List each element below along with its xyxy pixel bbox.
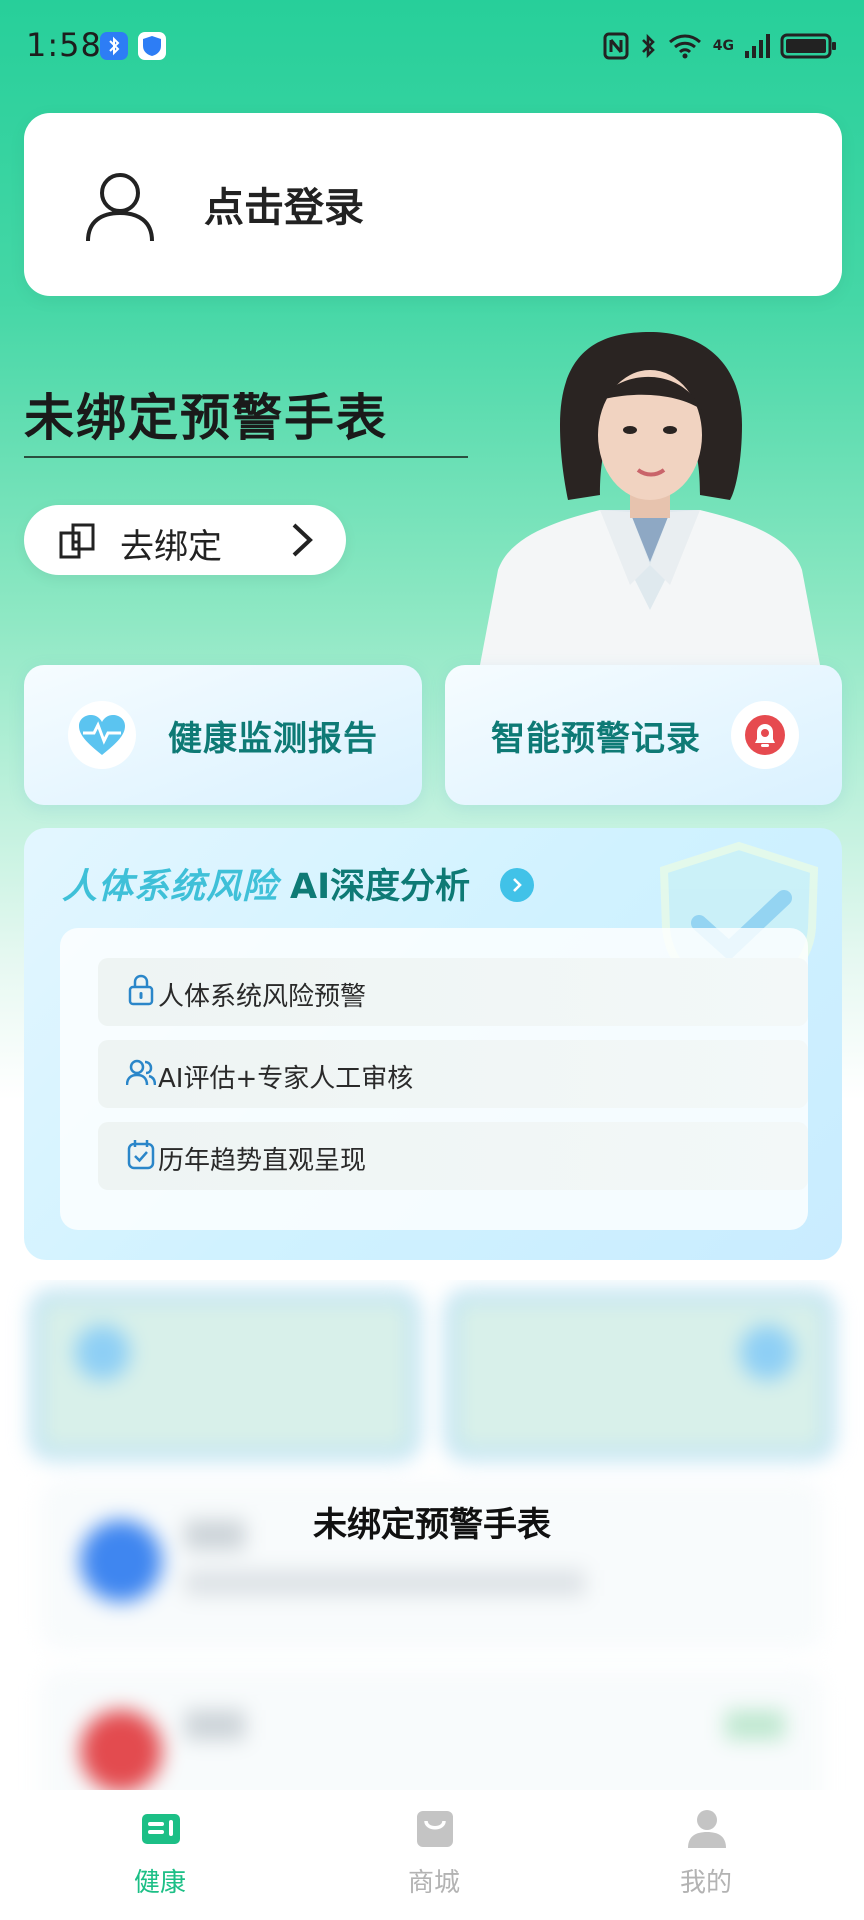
shopping-bag-icon bbox=[417, 1811, 453, 1847]
network-type-label: 4G bbox=[712, 38, 734, 54]
sleep-icon-placeholder bbox=[75, 1325, 130, 1380]
ai-feature-label: 人体系统风险预警 bbox=[158, 982, 367, 1012]
ai-feature-item: 历年趋势直观呈现 bbox=[98, 1122, 808, 1190]
health-report-label: 健康监测报告 bbox=[168, 719, 378, 759]
alarm-bell-icon bbox=[731, 701, 799, 769]
users-icon bbox=[126, 1059, 156, 1086]
tab-mine-label: 我的 bbox=[679, 1868, 732, 1898]
text-placeholder bbox=[185, 1570, 585, 1596]
lock-icon bbox=[128, 974, 154, 1006]
status-indicators: 4G bbox=[603, 28, 838, 64]
ai-feature-label: AI评估+专家人工审核 bbox=[158, 1064, 414, 1094]
ai-analysis-panel[interactable]: 人体系统风险 AI深度分析 人体系统风险预警 AI评估+专家人工审核 历年趋势直… bbox=[24, 828, 842, 1260]
login-card[interactable]: 点击登录 bbox=[24, 113, 842, 296]
steps-icon-placeholder bbox=[740, 1325, 795, 1380]
heart-rate-icon-placeholder bbox=[80, 1710, 162, 1790]
tab-store-label: 商城 bbox=[407, 1868, 460, 1898]
security-shield-icon bbox=[138, 32, 166, 60]
ai-feature-label: 历年趋势直观呈现 bbox=[158, 1146, 367, 1176]
tab-health[interactable]: 健康 bbox=[90, 1808, 230, 1908]
heart-rate-row-placeholder bbox=[40, 1670, 824, 1790]
status-placeholder bbox=[725, 1710, 785, 1740]
title-divider bbox=[24, 456, 468, 458]
unbound-overlay-text: 未绑定预警手表 bbox=[313, 1505, 551, 1545]
bluetooth-icon bbox=[641, 33, 655, 59]
watch-unbound-title: 未绑定预警手表 bbox=[24, 389, 388, 447]
nfc-icon bbox=[603, 32, 629, 60]
user-avatar-icon bbox=[86, 173, 154, 242]
chevron-right-circle-icon[interactable] bbox=[500, 868, 534, 902]
bind-watch-button[interactable]: 去绑定 bbox=[24, 505, 346, 575]
signal-icon bbox=[745, 34, 770, 58]
ai-feature-item: AI评估+专家人工审核 bbox=[98, 1040, 808, 1108]
person-icon bbox=[688, 1810, 726, 1848]
ai-feature-list: 人体系统风险预警 AI评估+专家人工审核 历年趋势直观呈现 bbox=[60, 928, 808, 1230]
status-bar: 1:58 4G bbox=[0, 0, 864, 92]
battery-icon bbox=[780, 33, 836, 59]
text-placeholder bbox=[185, 1710, 245, 1740]
tab-mine[interactable]: 我的 bbox=[636, 1808, 776, 1908]
tab-health-label: 健康 bbox=[133, 1868, 186, 1898]
doctor-illustration bbox=[480, 332, 820, 665]
status-time: 1:58 bbox=[26, 26, 102, 64]
bind-button-label: 去绑定 bbox=[120, 527, 222, 567]
heartbeat-icon bbox=[68, 701, 136, 769]
health-tab-icon bbox=[142, 1814, 180, 1844]
chevron-right-icon bbox=[292, 523, 313, 557]
health-report-card[interactable]: 健康监测报告 bbox=[24, 665, 422, 805]
ai-panel-title-italic: 人体系统风险 bbox=[62, 867, 279, 907]
tab-store[interactable]: 商城 bbox=[364, 1808, 504, 1908]
wifi-icon bbox=[668, 34, 701, 59]
alert-record-card[interactable]: 智能预警记录 bbox=[445, 665, 842, 805]
bluetooth-app-icon bbox=[100, 32, 128, 60]
bind-device-icon bbox=[59, 523, 95, 559]
bottom-tab-bar: 健康 商城 我的 bbox=[0, 1790, 864, 1920]
alert-record-label: 智能预警记录 bbox=[491, 719, 701, 759]
ai-feature-item: 人体系统风险预警 bbox=[98, 958, 808, 1026]
ai-panel-title: AI深度分析 bbox=[290, 867, 471, 907]
calendar-check-icon bbox=[127, 1140, 155, 1170]
login-label[interactable]: 点击登录 bbox=[204, 175, 364, 233]
